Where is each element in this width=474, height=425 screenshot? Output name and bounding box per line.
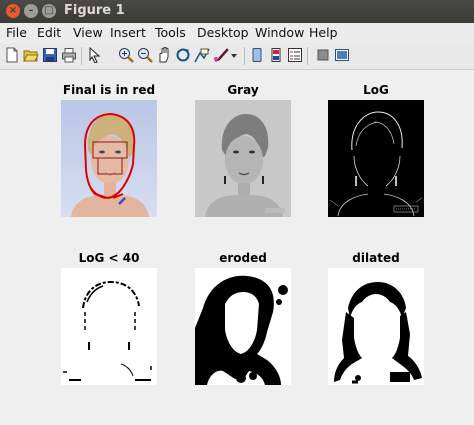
rotate-3d-icon[interactable] bbox=[175, 47, 191, 63]
menu-edit[interactable]: Edit bbox=[37, 25, 61, 40]
link-plot-icon[interactable] bbox=[249, 47, 265, 63]
image-log-threshold[interactable] bbox=[61, 268, 157, 385]
close-window-button[interactable]: × bbox=[6, 4, 20, 18]
open-file-icon[interactable] bbox=[23, 47, 39, 63]
menu-help[interactable]: Help bbox=[309, 25, 338, 40]
minimize-window-button[interactable]: – bbox=[24, 4, 38, 18]
window-title: Figure 1 bbox=[64, 3, 125, 18]
toolbar-separator bbox=[244, 47, 245, 65]
panel-title-log: LoG bbox=[363, 83, 389, 97]
brush-dropdown-icon[interactable] bbox=[229, 47, 239, 63]
figure-canvas: Final is in red Gray LoG LoG < 40 eroded… bbox=[0, 70, 474, 425]
panel-title-final: Final is in red bbox=[62, 83, 156, 97]
pan-icon[interactable] bbox=[156, 47, 172, 63]
image-gray[interactable] bbox=[195, 100, 291, 217]
panel-title-gray: Gray bbox=[227, 83, 259, 97]
maximize-window-button[interactable]: □ bbox=[42, 4, 56, 18]
insert-legend-icon[interactable] bbox=[287, 47, 303, 63]
menu-file[interactable]: File bbox=[6, 25, 27, 40]
menu-window[interactable]: Window bbox=[255, 25, 304, 40]
new-figure-icon[interactable] bbox=[4, 47, 20, 63]
image-dilated[interactable] bbox=[328, 268, 424, 385]
print-icon[interactable] bbox=[61, 47, 77, 63]
data-cursor-icon[interactable] bbox=[194, 47, 210, 63]
toolbar-separator bbox=[307, 47, 308, 65]
menu-view[interactable]: View bbox=[73, 25, 103, 40]
figure-toolbar bbox=[0, 43, 474, 70]
show-plot-tools-icon[interactable] bbox=[334, 47, 350, 63]
image-final-red[interactable] bbox=[61, 100, 157, 217]
panel-title-log-lt-40: LoG < 40 bbox=[78, 251, 140, 265]
brush-icon[interactable] bbox=[213, 47, 229, 63]
save-icon[interactable] bbox=[42, 47, 58, 63]
panel-title-dilated: dilated bbox=[352, 251, 400, 265]
image-eroded[interactable] bbox=[195, 268, 291, 385]
menu-bar: File Edit View Insert Tools Desktop Wind… bbox=[0, 23, 474, 43]
hide-plot-tools-icon[interactable] bbox=[315, 47, 331, 63]
menu-insert[interactable]: Insert bbox=[110, 25, 146, 40]
pointer-icon[interactable] bbox=[86, 47, 102, 63]
menu-desktop[interactable]: Desktop bbox=[197, 25, 249, 40]
toolbar-separator bbox=[81, 47, 82, 65]
panel-title-eroded: eroded bbox=[219, 251, 267, 265]
zoom-in-icon[interactable] bbox=[118, 47, 134, 63]
image-log[interactable] bbox=[328, 100, 424, 217]
zoom-out-icon[interactable] bbox=[137, 47, 153, 63]
insert-colorbar-icon[interactable] bbox=[268, 47, 284, 63]
window-titlebar: × – □ Figure 1 bbox=[0, 0, 474, 23]
menu-tools[interactable]: Tools bbox=[155, 25, 186, 40]
